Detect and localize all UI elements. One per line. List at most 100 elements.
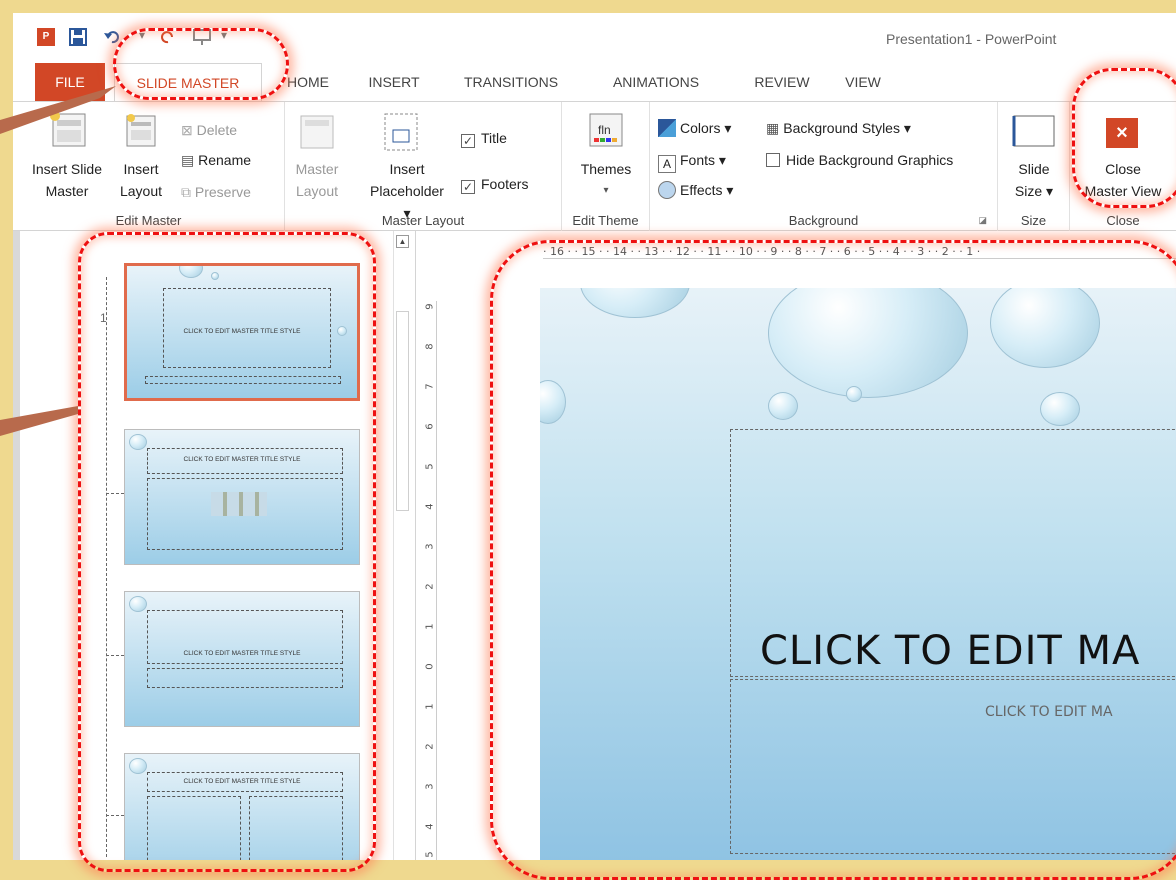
hide-background-graphics-label: Hide Background Graphics — [786, 152, 954, 168]
tree-connector — [106, 277, 107, 857]
hide-background-graphics-checkbox[interactable]: Hide Background Graphics — [766, 150, 953, 170]
ruler-tick: 4 — [424, 503, 436, 510]
undo-icon[interactable] — [103, 28, 121, 46]
thumbnail-scrollbar[interactable]: ▲ — [393, 231, 410, 860]
ruler-tick: 4 — [424, 823, 436, 830]
water-drop-decoration — [846, 386, 862, 402]
scroll-up-icon[interactable]: ▲ — [396, 235, 409, 248]
powerpoint-logo-icon: P — [37, 28, 55, 46]
slide-thumbnail-pane[interactable]: 1 CLICK TO EDIT MASTER TITLE STYLE CLICK… — [20, 231, 416, 860]
ruler-tick: 1 — [424, 623, 436, 630]
tab-animations[interactable]: ANIMATIONS — [601, 63, 711, 101]
footer-placeholder — [145, 376, 341, 384]
insert-layout-button[interactable]: Insert Layout — [117, 158, 165, 202]
water-drop-decoration — [129, 758, 147, 774]
close-master-view-label-2: Master View — [1084, 183, 1162, 199]
close-master-view-button[interactable]: Close Master View — [1070, 158, 1176, 202]
group-close: × Close Master View Close — [1070, 102, 1176, 232]
tab-slide-master[interactable]: SLIDE MASTER — [114, 63, 262, 101]
horizontal-ruler: · 16 · · 15 · · 14 · · 13 · · 12 · · 11 … — [543, 245, 1176, 259]
themes-button[interactable]: Themes ▾ — [562, 158, 650, 202]
group-label-master-layout: Master Layout — [381, 213, 465, 228]
ruler-tick: 3 — [424, 543, 436, 550]
delete-label: Delete — [196, 122, 238, 138]
colors-label: Colors ▾ — [680, 120, 732, 136]
insert-slide-master-label-2: Master — [45, 183, 89, 199]
group-label-close: Close — [1106, 213, 1140, 228]
chevron-down-icon: ▾ — [603, 185, 609, 196]
slide-size-label-1: Slide — [1018, 161, 1050, 177]
insert-layout-label-2: Layout — [119, 183, 163, 199]
group-size: Slide Size ▾ Size — [998, 102, 1070, 232]
slide-subtitle: CLICK TO EDIT MA — [985, 704, 1113, 720]
effects-icon — [658, 181, 676, 199]
slide-size-button[interactable]: Slide Size ▾ — [998, 158, 1070, 202]
thumbnail-number: 1 — [100, 311, 107, 325]
checkmark-icon: ✓ — [461, 134, 475, 148]
preserve-button[interactable]: ⧉ Preserve — [181, 182, 251, 202]
ruler-tick: 3 — [424, 783, 436, 790]
water-drop-decoration — [179, 266, 203, 278]
preserve-label: Preserve — [194, 184, 251, 200]
master-layout-button[interactable]: Master Layout — [289, 158, 345, 202]
water-drop-decoration — [129, 596, 147, 612]
ruler-tick: 5 — [424, 851, 436, 858]
rename-label: Rename — [198, 152, 252, 168]
tab-view[interactable]: VIEW — [833, 63, 893, 101]
svg-text:fln: fln — [598, 123, 611, 137]
undo-dropdown-icon[interactable]: ▾ — [139, 28, 157, 46]
thumbnail-title: CLICK TO EDIT MASTER TITLE STYLE — [183, 778, 301, 785]
customize-qat-icon[interactable]: ▾ — [221, 28, 239, 46]
thumbnail-layout-two-content[interactable]: CLICK TO EDIT MASTER TITLE STYLE — [124, 753, 360, 860]
rename-button[interactable]: ▤ Rename — [181, 150, 251, 170]
tree-branch — [106, 493, 124, 494]
master-layout-icon — [300, 115, 334, 149]
ruler-tick: 5 — [424, 463, 436, 470]
fonts-button[interactable]: A Fonts ▾ — [658, 150, 726, 173]
master-layout-label-2: Layout — [295, 183, 339, 199]
thumbnail-slide-master[interactable]: CLICK TO EDIT MASTER TITLE STYLE — [124, 263, 360, 401]
redo-icon[interactable] — [159, 28, 177, 46]
insert-placeholder-label-1: Insert — [389, 161, 425, 177]
footers-checkbox[interactable]: ✓ Footers — [461, 174, 528, 194]
effects-button[interactable]: Effects ▾ — [658, 180, 733, 200]
effects-label: Effects ▾ — [680, 182, 734, 198]
ribbon-tabs: FILE SLIDE MASTER HOME INSERT TRANSITION… — [13, 63, 1176, 101]
group-edit-theme: fln Themes ▾ Edit Theme — [562, 102, 650, 232]
slide-size-icon — [1012, 115, 1055, 147]
ruler-tick: 7 — [424, 383, 436, 390]
thumbnail-layout-section-header[interactable]: CLICK TO EDIT MASTER TITLE STYLE — [124, 591, 360, 727]
scrollbar-thumb[interactable] — [396, 311, 409, 511]
tab-file[interactable]: FILE — [35, 63, 105, 101]
slide-master-canvas[interactable]: CLICK TO EDIT MA CLICK TO EDIT MA — [540, 288, 1176, 860]
water-drop-decoration — [1040, 392, 1080, 426]
water-drop-decoration — [211, 272, 219, 280]
tree-branch — [106, 815, 124, 816]
thumbnail-layout-title-content[interactable]: CLICK TO EDIT MASTER TITLE STYLE — [124, 429, 360, 565]
content-placeholder-right — [249, 796, 343, 860]
start-slideshow-icon[interactable] — [193, 28, 211, 46]
insert-slide-master-button[interactable]: Insert Slide Master — [17, 158, 117, 202]
water-drop-decoration — [580, 288, 690, 318]
tab-transitions[interactable]: TRANSITIONS — [451, 63, 571, 101]
background-styles-icon: ▦ — [766, 120, 780, 136]
colors-button[interactable]: Colors ▾ — [658, 118, 731, 138]
water-drop-decoration — [540, 380, 566, 424]
tab-review[interactable]: REVIEW — [747, 63, 817, 101]
insert-layout-icon — [126, 114, 156, 147]
themes-icon: fln — [589, 113, 623, 147]
tab-insert[interactable]: INSERT — [361, 63, 427, 101]
close-icon: × — [1106, 118, 1138, 148]
ruler-tick: 2 — [424, 583, 436, 590]
checkmark-icon: ✓ — [461, 180, 475, 194]
delete-button[interactable]: ⊠ Delete — [181, 120, 237, 140]
background-styles-button[interactable]: ▦ Background Styles ▾ — [766, 118, 911, 138]
checkbox-empty-icon — [766, 153, 780, 167]
save-icon[interactable] — [69, 28, 87, 46]
dialog-launcher-icon[interactable]: ◪ — [978, 215, 987, 226]
delete-icon: ⊠ — [181, 122, 197, 138]
water-drop-decoration — [129, 434, 147, 450]
tab-home[interactable]: HOME — [275, 63, 341, 101]
title-checkbox[interactable]: ✓ Title — [461, 128, 507, 148]
insert-slide-master-label-1: Insert Slide — [31, 161, 103, 177]
